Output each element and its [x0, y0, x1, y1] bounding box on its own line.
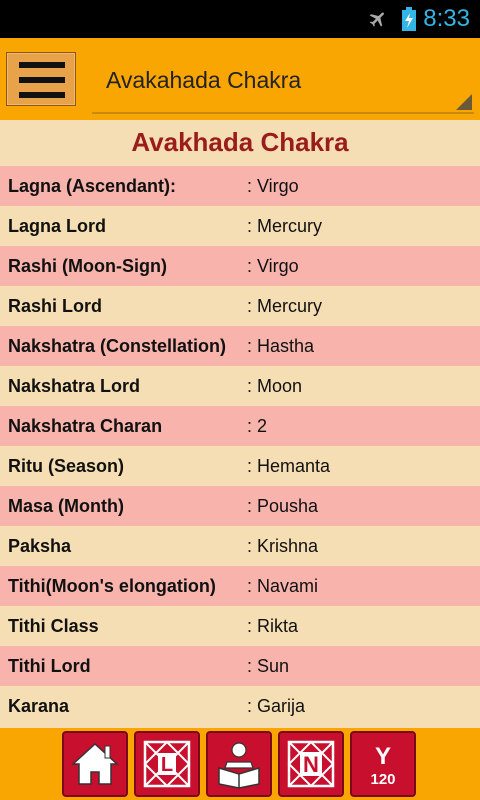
yearly-120-icon: Y 120: [370, 743, 395, 788]
row-label: Masa (Month): [8, 496, 124, 516]
row-value: : Hastha: [247, 336, 315, 356]
row-label: Tithi(Moon's elongation): [8, 576, 216, 596]
lagna-chart-button[interactable]: L: [134, 731, 200, 797]
row-value: : Navami: [247, 576, 319, 596]
row-label: Lagna (Ascendant):: [8, 176, 177, 196]
home-button[interactable]: [62, 731, 128, 797]
status-bar: 8:33: [0, 0, 480, 38]
hamburger-menu-button[interactable]: [6, 52, 76, 106]
row-label: Nakshatra Lord: [8, 376, 141, 396]
row-value: : Mercury: [247, 296, 323, 316]
yearly-number: 120: [370, 771, 395, 788]
horoscope-book-icon: [218, 742, 260, 789]
row-label: Lagna Lord: [8, 216, 106, 236]
row-value: : Mercury: [247, 216, 323, 236]
table-row: Nakshatra Charan : 2: [0, 406, 480, 446]
action-bar: Avakahada Chakra: [0, 38, 480, 120]
row-label: Nakshatra (Constellation): [8, 336, 227, 356]
row-label: Karana: [8, 696, 70, 716]
row-value: : Virgo: [247, 176, 299, 196]
status-clock: 8:33: [423, 5, 470, 32]
row-value: : Krishna: [247, 536, 319, 556]
chart-selector-spinner[interactable]: Avakahada Chakra: [92, 48, 474, 114]
table-row: Lagna Lord : Mercury: [0, 206, 480, 246]
row-label: Rashi Lord: [8, 296, 103, 316]
yearly-letter: Y: [375, 743, 391, 770]
table-row: Nakshatra (Constellation) : Hastha: [0, 326, 480, 366]
table-row: Masa (Month) : Pousha: [0, 486, 480, 526]
lagna-chart-icon: L: [143, 740, 191, 788]
table-row: Tithi Lord : Sun: [0, 646, 480, 686]
row-label: Ritu (Season): [8, 456, 125, 476]
spinner-selected-value: Avakahada Chakra: [106, 67, 302, 93]
row-value: : Pousha: [247, 496, 319, 516]
horoscope-book-button[interactable]: [206, 731, 272, 797]
table-row: Tithi Class : Rikta: [0, 606, 480, 646]
navamsa-chart-button[interactable]: N: [278, 731, 344, 797]
row-label: Tithi Lord: [8, 656, 91, 676]
table-row: Rashi Lord : Mercury: [0, 286, 480, 326]
svg-text:L: L: [161, 754, 173, 776]
avakhada-table: Avakhada Chakra Lagna (Ascendant):: Virg…: [0, 120, 480, 726]
navamsa-chart-icon: N: [287, 740, 335, 788]
home-icon: [71, 742, 119, 785]
table-row: Nakshatra Lord : Moon: [0, 366, 480, 406]
row-label: Tithi Class: [8, 616, 99, 636]
row-label: Nakshatra Charan: [8, 416, 163, 436]
row-value: : Sun: [247, 656, 290, 676]
table-row: Ritu (Season) : Hemanta: [0, 446, 480, 486]
row-value: : Moon: [247, 376, 303, 396]
row-value: : 2: [247, 416, 268, 436]
row-value: : Rikta: [247, 616, 299, 636]
table-row: Tithi(Moon's elongation) : Navami: [0, 566, 480, 606]
row-label: Rashi (Moon-Sign): [8, 256, 167, 276]
table-row: Lagna (Ascendant): : Virgo: [0, 166, 480, 206]
yearly-120-button[interactable]: Y 120: [350, 731, 416, 797]
table-row: Paksha : Krishna: [0, 526, 480, 566]
row-label: Paksha: [8, 536, 72, 556]
table-row: Rashi (Moon-Sign) : Virgo: [0, 246, 480, 286]
battery-charging-icon: [402, 7, 416, 31]
airplane-icon: [369, 12, 384, 27]
row-value: : Virgo: [247, 256, 299, 276]
table-row: Karana : Garija: [0, 686, 480, 726]
bottom-nav-bar: L N Y 120: [0, 728, 480, 800]
row-value: : Hemanta: [247, 456, 331, 476]
svg-text:N: N: [303, 752, 319, 777]
dropdown-corner-icon: [456, 94, 472, 110]
page-title: Avakhada Chakra: [0, 120, 480, 166]
row-value: : Garija: [247, 696, 306, 716]
